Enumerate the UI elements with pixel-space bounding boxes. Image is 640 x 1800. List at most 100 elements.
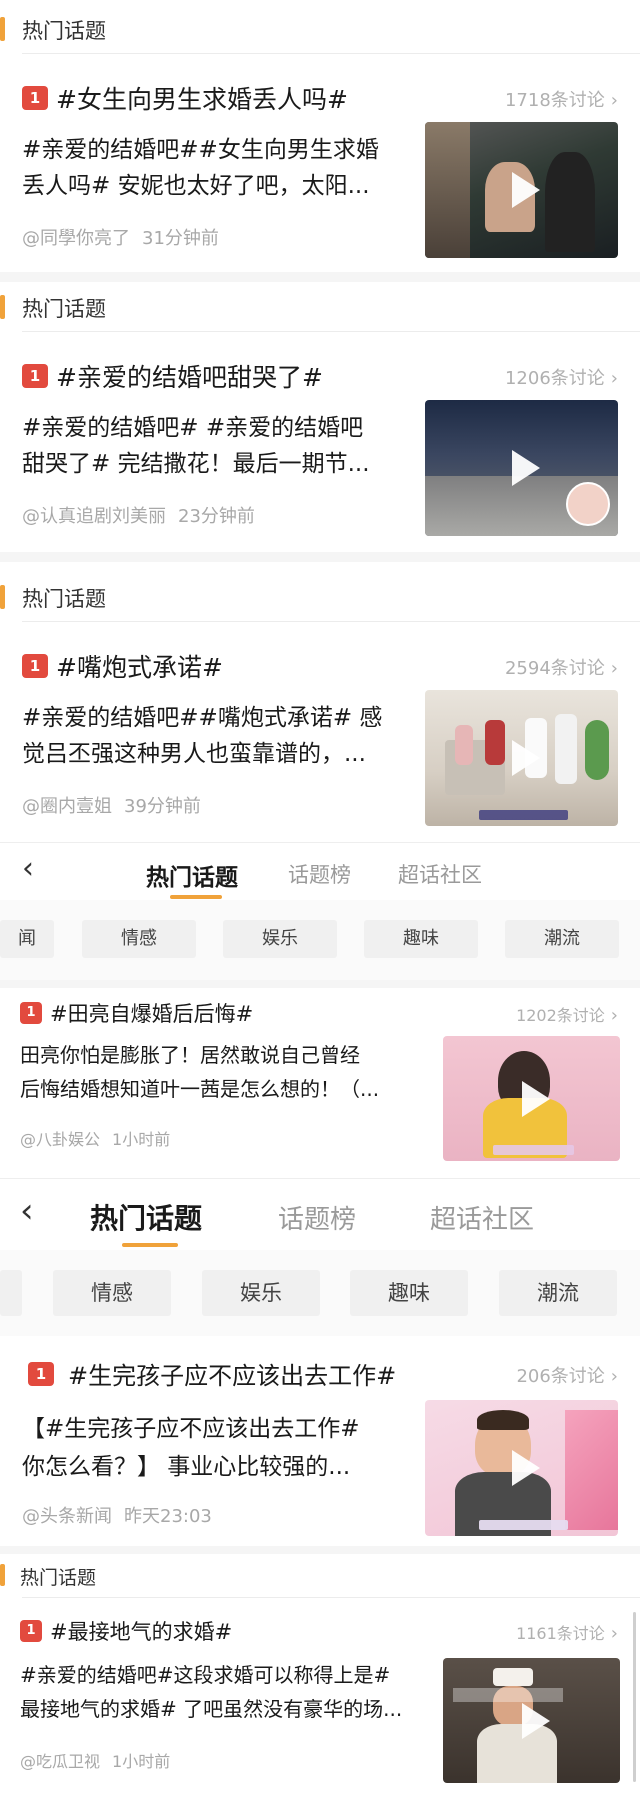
scrollbar[interactable] [633,1612,636,1782]
post-meta: @同學你亮了 31分钟前 [22,224,219,250]
chip-entertainment[interactable]: 娱乐 [202,1270,320,1316]
topic-card[interactable]: 1 #生完孩子应不应该出去工作# 206条讨论 › 【#生完孩子应不应该出去工作#… [0,1336,640,1546]
back-icon[interactable]: ‹ [22,851,34,886]
discussion-count[interactable]: 1202条讨论 › [516,1002,618,1026]
author-name[interactable]: @头条新闻 [22,1506,112,1527]
rank-badge: 1 [22,654,48,678]
video-thumbnail[interactable] [443,1036,620,1161]
section-title: 热门话题 [22,297,106,321]
post-time: 昨天23:03 [124,1506,212,1527]
post-meta: @头条新闻 昨天23:03 [22,1502,212,1528]
category-chips: 情感 娱乐 趣味 潮流 [0,1250,640,1336]
discussion-count[interactable]: 2594条讨论 › [505,654,618,680]
active-tab-indicator [170,895,222,899]
tab-super-topic[interactable]: 超话社区 [430,1199,534,1236]
video-thumbnail[interactable] [425,400,618,536]
chip-trend[interactable]: 潮流 [505,920,619,958]
chevron-right-icon: › [610,90,618,111]
author-name[interactable]: @吃瓜卫视 [20,1752,100,1771]
category-chips: 闻 情感 娱乐 趣味 潮流 [0,900,640,980]
post-time: 31分钟前 [142,228,219,249]
section-header: 热门话题 [0,572,640,622]
active-tab-indicator [122,1243,178,1247]
tab-topic-ranking[interactable]: 话题榜 [288,859,351,889]
chevron-right-icon: › [610,658,618,679]
post-time: 39分钟前 [124,796,201,817]
chevron-right-icon: › [610,1005,618,1026]
topic-title[interactable]: #最接地气的求婚# [50,1616,232,1646]
author-name[interactable]: @同學你亮了 [22,228,130,249]
section-title: 热门话题 [22,587,106,611]
topic-excerpt[interactable]: #亲爱的结婚吧##女生向男生求婚 丢人吗# 安妮也太好了吧，太阳... [22,132,412,204]
section-header: 热门话题 [0,282,640,332]
rank-badge: 1 [22,364,48,388]
rank-badge: 1 [20,1620,42,1642]
post-meta: @认真追剧刘美丽 23分钟前 [22,502,255,528]
author-name[interactable]: @八卦娱公 [20,1130,100,1149]
tab-topic-ranking[interactable]: 话题榜 [278,1199,356,1236]
topic-title[interactable]: #嘴炮式承诺# [56,648,223,684]
chevron-right-icon: › [610,368,618,389]
topic-excerpt[interactable]: #亲爱的结婚吧##嘴炮式承诺# 感觉吕丕强这种男人也蛮靠谱的，... [22,700,412,772]
topic-excerpt[interactable]: #亲爱的结婚吧#这段求婚可以称得上是# 最接地气的求婚# 了吧虽然没有豪华的场..… [20,1658,424,1726]
section-accent-bar [0,585,5,609]
section-header: 热门话题 [0,1552,640,1598]
play-icon [511,740,540,776]
video-thumbnail[interactable] [425,122,618,258]
topic-title[interactable]: #生完孩子应不应该出去工作# [68,1356,396,1391]
topic-excerpt[interactable]: 【#生完孩子应不应该出去工作# 你怎么看？】 事业心比较强的... [22,1410,420,1486]
section-header: 热门话题 [0,4,640,54]
topic-nav-bar: ‹ 热门话题 话题榜 超话社区 [0,1178,640,1250]
back-icon[interactable]: ‹ [20,1191,34,1231]
video-thumbnail[interactable] [425,690,618,826]
chevron-right-icon: › [610,1366,618,1387]
post-meta: @八卦娱公 1小时前 [20,1126,170,1150]
section-accent-bar [0,1564,5,1586]
section-title: 热门话题 [22,19,106,43]
section-accent-bar [0,17,5,41]
chip-entertainment[interactable]: 娱乐 [223,920,337,958]
topic-excerpt[interactable]: 田亮你怕是膨胀了！居然敢说自己曾经 后悔结婚想知道叶一茜是怎么想的！（... [20,1038,420,1106]
topic-card[interactable]: 1 #嘴炮式承诺# 2594条讨论 › #亲爱的结婚吧##嘴炮式承诺# 感觉吕丕强… [0,628,640,838]
topic-title[interactable]: #女生向男生求婚丢人吗# [56,80,348,116]
chevron-right-icon: › [610,1623,618,1644]
topic-card[interactable]: 1 #最接地气的求婚# 1161条讨论 › #亲爱的结婚吧#这段求婚可以称得上是#… [0,1600,640,1796]
post-time: 23分钟前 [178,506,255,527]
play-icon [511,1450,540,1486]
topic-card[interactable]: 1 #女生向男生求婚丢人吗# 1718条讨论 › #亲爱的结婚吧##女生向男生求婚… [0,60,640,270]
rank-badge: 1 [20,1002,42,1024]
video-thumbnail[interactable] [443,1658,620,1783]
topic-excerpt[interactable]: #亲爱的结婚吧# #亲爱的结婚吧 甜哭了# 完结撒花！最后一期节... [22,410,412,482]
discussion-count[interactable]: 206条讨论 › [516,1362,618,1388]
video-thumbnail[interactable] [425,1400,618,1536]
chip-emotion[interactable]: 情感 [82,920,196,958]
section-title: 热门话题 [20,1567,97,1589]
topic-card[interactable]: 1 #亲爱的结婚吧甜哭了# 1206条讨论 › #亲爱的结婚吧# #亲爱的结婚吧甜… [0,338,640,548]
topic-title[interactable]: #田亮自爆婚后后悔# [50,998,253,1028]
author-name[interactable]: @圈内壹姐 [22,796,112,817]
play-icon [521,1702,550,1739]
discussion-count[interactable]: 1161条讨论 › [516,1620,618,1644]
tab-hot-topics[interactable]: 热门话题 [90,1197,202,1237]
tab-hot-topics[interactable]: 热门话题 [146,858,238,892]
post-time: 1小时前 [112,1130,171,1149]
play-icon [511,450,540,486]
chip-fun[interactable]: 趣味 [364,920,478,958]
topic-title[interactable]: #亲爱的结婚吧甜哭了# [56,358,323,394]
section-accent-bar [0,295,5,319]
play-icon [511,172,540,208]
topic-card[interactable]: 1 #田亮自爆婚后后悔# 1202条讨论 › 田亮你怕是膨胀了！居然敢说自己曾经后… [0,988,640,1178]
tab-super-topic[interactable]: 超话社区 [398,859,482,889]
rank-badge: 1 [22,86,48,110]
discussion-count[interactable]: 1206条讨论 › [505,364,618,390]
topic-nav-bar: ‹ 热门话题 话题榜 超话社区 [0,842,640,900]
chip-trend[interactable]: 潮流 [499,1270,617,1316]
chip-fun[interactable]: 趣味 [350,1270,468,1316]
rank-badge: 1 [28,1362,54,1386]
author-name[interactable]: @认真追剧刘美丽 [22,506,166,527]
post-meta: @吃瓜卫视 1小时前 [20,1748,170,1772]
discussion-count[interactable]: 1718条讨论 › [505,86,618,112]
chip-emotion[interactable]: 情感 [53,1270,171,1316]
chip-news[interactable]: 闻 [0,920,54,958]
post-time: 1小时前 [112,1752,171,1771]
